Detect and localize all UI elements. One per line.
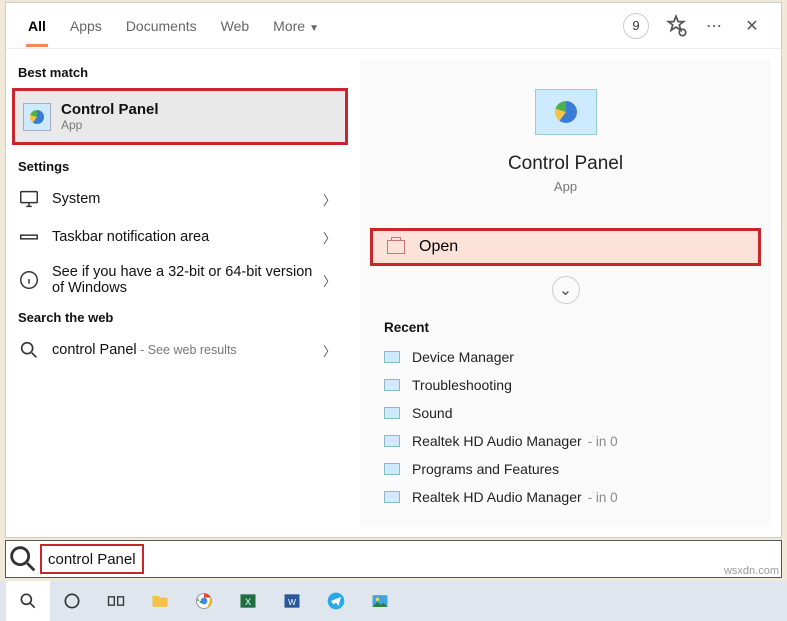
taskbar-search-button[interactable] (6, 581, 50, 621)
recent-item[interactable]: Realtek HD Audio Manager- in 0 (384, 483, 747, 511)
taskbar-excel-button[interactable]: X (226, 581, 270, 621)
notification-badge[interactable]: 9 (623, 13, 649, 39)
svg-text:X: X (245, 597, 251, 607)
cpl-icon (384, 351, 400, 363)
search-web-label: Search the web (6, 304, 354, 331)
chevron-right-icon: 〉 (317, 341, 342, 360)
search-results-panel: All Apps Documents Web More▼ 9 ⋯ ✕ Best … (5, 2, 782, 538)
control-panel-large-icon (535, 89, 597, 135)
taskbar: X W (0, 581, 787, 621)
recent-item[interactable]: Realtek HD Audio Manager- in 0 (384, 427, 747, 455)
taskbar-photos-button[interactable] (358, 581, 402, 621)
search-bar[interactable]: control Panel (5, 540, 782, 578)
taskbar-telegram-button[interactable] (314, 581, 358, 621)
search-input[interactable]: control Panel (40, 544, 144, 574)
tabs-bar: All Apps Documents Web More▼ 9 ⋯ ✕ (6, 3, 781, 49)
settings-label: Settings (6, 153, 354, 180)
open-button[interactable]: Open (370, 228, 761, 266)
settings-item-label: See if you have a 32-bit or 64-bit versi… (52, 264, 317, 296)
tab-web[interactable]: Web (209, 6, 262, 46)
cpl-icon (384, 491, 400, 503)
settings-item-label: System (52, 191, 317, 207)
preview-pane: Control Panel App Open ⌄ Recent Device M… (360, 59, 771, 527)
preview-type: App (554, 179, 577, 194)
search-icon (6, 542, 40, 576)
recent-item[interactable]: Sound (384, 399, 747, 427)
best-match-title: Control Panel (61, 101, 159, 118)
tab-all[interactable]: All (16, 6, 58, 46)
best-match-label: Best match (6, 59, 354, 86)
cpl-icon (384, 435, 400, 447)
feedback-icon[interactable] (663, 13, 689, 39)
taskbar-cortana-button[interactable] (50, 581, 94, 621)
cpl-icon (384, 463, 400, 475)
watermark: wsxdn.com (724, 565, 779, 577)
settings-item-bitness[interactable]: See if you have a 32-bit or 64-bit versi… (6, 256, 354, 304)
taskbar-chrome-button[interactable] (182, 581, 226, 621)
settings-item-label: Taskbar notification area (52, 229, 317, 245)
results-list: Best match Control Panel App Settings Sy… (6, 49, 354, 537)
more-options-icon[interactable]: ⋯ (701, 13, 727, 39)
recent-item[interactable]: Device Manager (384, 343, 747, 371)
chevron-down-icon: ▼ (309, 23, 319, 34)
chevron-right-icon: 〉 (317, 228, 342, 247)
chevron-down-icon: ⌄ (559, 280, 572, 300)
best-match-item[interactable]: Control Panel App (12, 88, 348, 145)
svg-text:W: W (288, 597, 296, 607)
tab-more[interactable]: More▼ (261, 6, 331, 46)
recent-item[interactable]: Programs and Features (384, 455, 747, 483)
chevron-right-icon: 〉 (317, 190, 342, 209)
taskbar-explorer-button[interactable] (138, 581, 182, 621)
cpl-icon (384, 407, 400, 419)
control-panel-icon (23, 103, 51, 131)
settings-item-taskbar[interactable]: Taskbar notification area 〉 (6, 218, 354, 256)
taskbar-icon (18, 226, 40, 248)
recent-item[interactable]: Troubleshooting (384, 371, 747, 399)
open-label: Open (419, 238, 458, 256)
info-icon (18, 269, 40, 291)
chevron-right-icon: 〉 (317, 271, 342, 290)
best-match-subtitle: App (61, 118, 159, 132)
close-icon[interactable]: ✕ (739, 13, 765, 39)
search-icon (18, 339, 40, 361)
tab-documents[interactable]: Documents (114, 6, 209, 46)
settings-item-system[interactable]: System 〉 (6, 180, 354, 218)
recent-label: Recent (384, 320, 747, 335)
cpl-icon (384, 379, 400, 391)
taskbar-word-button[interactable]: W (270, 581, 314, 621)
web-result-item[interactable]: control Panel - See web results 〉 (6, 331, 354, 369)
web-result-label: control Panel - See web results (52, 342, 317, 358)
preview-title: Control Panel (508, 153, 623, 175)
taskbar-taskview-button[interactable] (94, 581, 138, 621)
expand-button[interactable]: ⌄ (552, 276, 580, 304)
tab-apps[interactable]: Apps (58, 6, 114, 46)
monitor-icon (18, 188, 40, 210)
open-icon (387, 240, 405, 254)
